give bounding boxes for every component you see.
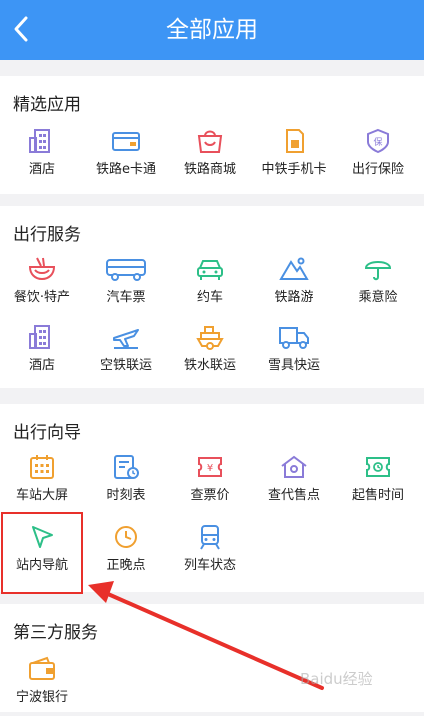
app-ski-express[interactable]: 雪具快运 xyxy=(252,324,336,384)
food-icon xyxy=(28,257,56,281)
app-sim-card[interactable]: 中铁手机卡 xyxy=(252,128,336,188)
app-rail-tour[interactable]: 铁路游 xyxy=(252,256,336,316)
app-label: 铁路游 xyxy=(274,290,314,305)
app-label: 起售时间 xyxy=(351,488,404,503)
app-label: 宁波银行 xyxy=(15,690,68,705)
umbrella-icon xyxy=(364,261,392,281)
app-label: 站内导航 xyxy=(15,558,68,573)
app-accident-insurance[interactable]: 乘意险 xyxy=(336,256,420,316)
section-title: 第三方服务 xyxy=(13,623,98,643)
wallet-icon xyxy=(29,656,55,680)
app-header: 全部应用 xyxy=(0,0,424,60)
app-food-specialty[interactable]: 餐饮·特产 xyxy=(0,256,84,316)
app-label: 约车 xyxy=(196,290,223,305)
app-label: 车站大屏 xyxy=(15,488,68,503)
app-station-screen[interactable]: 车站大屏 xyxy=(0,454,84,514)
app-hotel-2[interactable]: 酒店 xyxy=(0,324,84,384)
app-label: 空铁联运 xyxy=(99,358,152,373)
app-label: 列车状态 xyxy=(183,558,236,573)
app-bus-ticket[interactable]: 汽车票 xyxy=(84,256,168,316)
timetable-icon xyxy=(114,455,139,479)
app-label: 酒店 xyxy=(28,162,55,177)
app-label: 正晚点 xyxy=(106,558,146,573)
app-label: 出行保险 xyxy=(351,162,404,177)
bus-icon xyxy=(106,259,146,281)
app-delay-status[interactable]: 正晚点 xyxy=(84,524,168,584)
app-label: 时刻表 xyxy=(106,488,146,503)
hotel-icon xyxy=(29,325,50,349)
truck-icon xyxy=(279,327,309,349)
section-travel-guide: 出行向导 车站大屏 时刻表 ¥ 查票价 查代售点 起售时间 站内导航 正晚点 列… xyxy=(0,404,424,592)
app-travel-insurance[interactable]: 保 出行保险 xyxy=(336,128,420,188)
app-ticket-agency[interactable]: 查代售点 xyxy=(252,454,336,514)
app-timetable[interactable]: 时刻表 xyxy=(84,454,168,514)
app-label: 查票价 xyxy=(190,488,230,503)
svg-text:保: 保 xyxy=(373,136,382,148)
app-ningbo-bank[interactable]: 宁波银行 xyxy=(0,656,84,716)
app-label: 铁水联运 xyxy=(183,358,236,373)
section-featured-apps: 精选应用 酒店 铁路e卡通 铁路商城 中铁手机卡 保 出行保险 xyxy=(0,76,424,194)
insurance-icon: 保 xyxy=(367,128,389,154)
app-label: 铁路e卡通 xyxy=(96,162,156,177)
plane-train-icon xyxy=(113,329,139,349)
app-label: 雪具快运 xyxy=(267,358,320,373)
car-icon xyxy=(197,260,223,280)
sale-time-icon xyxy=(366,457,390,477)
section-title: 出行向导 xyxy=(13,423,81,443)
section-title: 精选应用 xyxy=(13,95,81,115)
app-air-rail[interactable]: 空铁联运 xyxy=(84,324,168,384)
app-ticket-price[interactable]: ¥ 查票价 xyxy=(168,454,252,514)
agency-icon xyxy=(281,455,307,478)
app-label: 汽车票 xyxy=(106,290,146,305)
app-rail-mall[interactable]: 铁路商城 xyxy=(168,128,252,188)
app-label: 酒店 xyxy=(28,358,55,373)
screen-calendar-icon xyxy=(30,455,54,479)
sim-card-icon xyxy=(286,129,304,153)
app-car-hailing[interactable]: 约车 xyxy=(168,256,252,316)
app-rail-ecard[interactable]: 铁路e卡通 xyxy=(84,128,168,188)
ship-icon xyxy=(196,326,224,350)
mountain-icon xyxy=(279,257,309,280)
app-label: 乘意险 xyxy=(358,290,398,305)
train-icon xyxy=(200,525,220,550)
app-label: 餐饮·特产 xyxy=(13,290,71,305)
svg-text:¥: ¥ xyxy=(207,463,213,474)
app-label: 铁路商城 xyxy=(183,162,236,177)
mall-icon xyxy=(197,130,223,153)
app-label: 中铁手机卡 xyxy=(261,162,327,177)
app-label: 查代售点 xyxy=(267,488,320,503)
page-title: 全部应用 xyxy=(166,17,258,43)
watermark: Baidu经验 xyxy=(300,670,373,688)
app-hotel[interactable]: 酒店 xyxy=(0,128,84,188)
ticket-price-icon: ¥ xyxy=(198,457,222,477)
app-sale-start-time[interactable]: 起售时间 xyxy=(336,454,420,514)
section-travel-services: 出行服务 餐饮·特产 汽车票 约车 铁路游 乘意险 酒店 空铁联运 铁水联运 雪… xyxy=(0,206,424,388)
app-station-navigation[interactable]: 站内导航 xyxy=(0,524,84,584)
app-train-status[interactable]: 列车状态 xyxy=(168,524,252,584)
section-title: 出行服务 xyxy=(13,225,81,245)
section-third-party: 第三方服务 宁波银行 xyxy=(0,604,424,712)
navigation-icon xyxy=(32,526,53,548)
app-rail-water[interactable]: 铁水联运 xyxy=(168,324,252,384)
card-icon xyxy=(112,132,140,151)
hotel-icon xyxy=(29,129,50,153)
clock-icon xyxy=(115,526,137,548)
